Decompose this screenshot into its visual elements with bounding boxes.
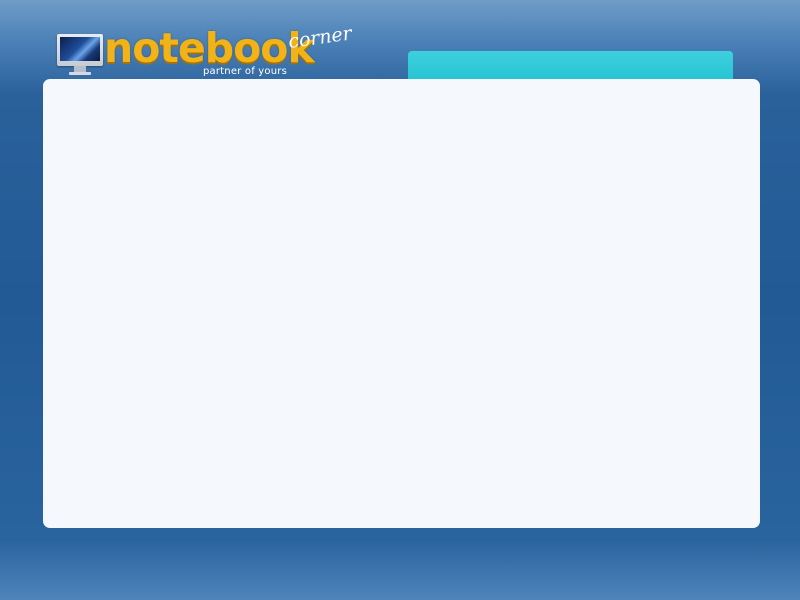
monitor-glass bbox=[60, 37, 100, 61]
imac-monitor-icon bbox=[57, 34, 103, 76]
monitor-screen bbox=[57, 34, 103, 66]
main-content-panel bbox=[43, 79, 760, 528]
site-logo[interactable]: notebook corner partner of yours bbox=[57, 22, 357, 80]
tagline: partner of yours bbox=[203, 66, 288, 77]
monitor-base bbox=[69, 72, 91, 75]
